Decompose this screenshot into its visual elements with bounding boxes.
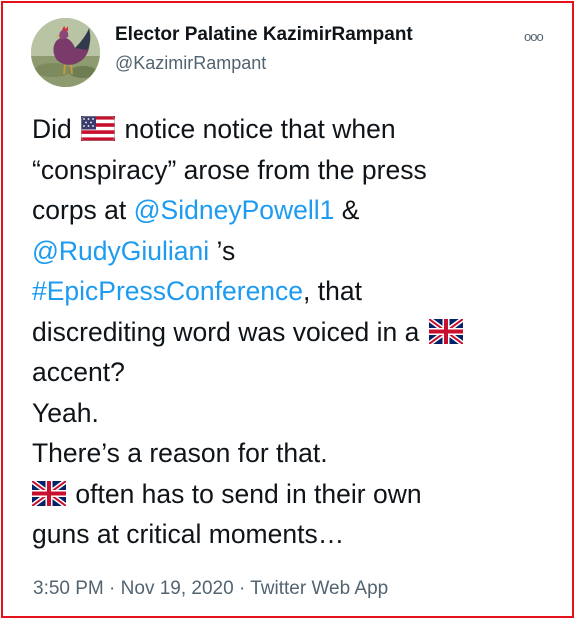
tweet-line: guns at critical moments…	[32, 519, 345, 549]
tweet-line: #EpicPressConference, that	[32, 276, 362, 306]
rooster-avatar-image	[31, 18, 100, 87]
mention-link-rudy[interactable]: @RudyGiuliani	[32, 236, 209, 266]
tweet-line: There’s a reason for that.	[32, 438, 328, 468]
tweet-card: Elector Palatine KazimirRampant @Kazimir…	[1, 1, 574, 618]
more-options-icon[interactable]: ooo	[524, 29, 544, 44]
tweet-source[interactable]: Twitter Web App	[250, 578, 388, 599]
hashtag-link[interactable]: #EpicPressConference	[32, 276, 303, 306]
tweet-line: often has to send in their own	[32, 474, 552, 515]
tweet-line: Did notice notice that when	[32, 114, 396, 144]
avatar[interactable]	[31, 18, 100, 87]
tweet-line: Yeah.	[32, 397, 99, 428]
author-display-name[interactable]: Elector Palatine KazimirRampant	[115, 24, 413, 46]
tweet-time[interactable]: 3:50 PM	[33, 578, 104, 599]
meta-separator: ·	[238, 578, 246, 599]
tweet-line: “conspiracy” arose from the press	[32, 154, 427, 185]
mention-link-sidney[interactable]: @SidneyPowell1	[134, 195, 335, 225]
meta-separator: ·	[109, 578, 116, 599]
tweet-line: @RudyGiuliani ’s	[32, 235, 236, 266]
tweet-date[interactable]: Nov 19, 2020	[121, 578, 234, 599]
uk-flag-icon	[32, 480, 66, 506]
uk-flag-icon	[428, 318, 463, 344]
tweet-line: discrediting word was voiced in a	[32, 312, 552, 353]
author-handle[interactable]: @KazimirRampant	[115, 53, 266, 74]
us-flag-icon	[81, 116, 116, 141]
tweet-line: accent?	[32, 357, 125, 387]
tweet-line: corps at @SidneyPowell1 &	[32, 195, 360, 225]
tweet-meta: 3:50 PM · Nov 19, 2020 · Twitter Web App	[33, 578, 388, 600]
tweet-text: Did notice notice that when “conspiracy”…	[32, 109, 552, 555]
